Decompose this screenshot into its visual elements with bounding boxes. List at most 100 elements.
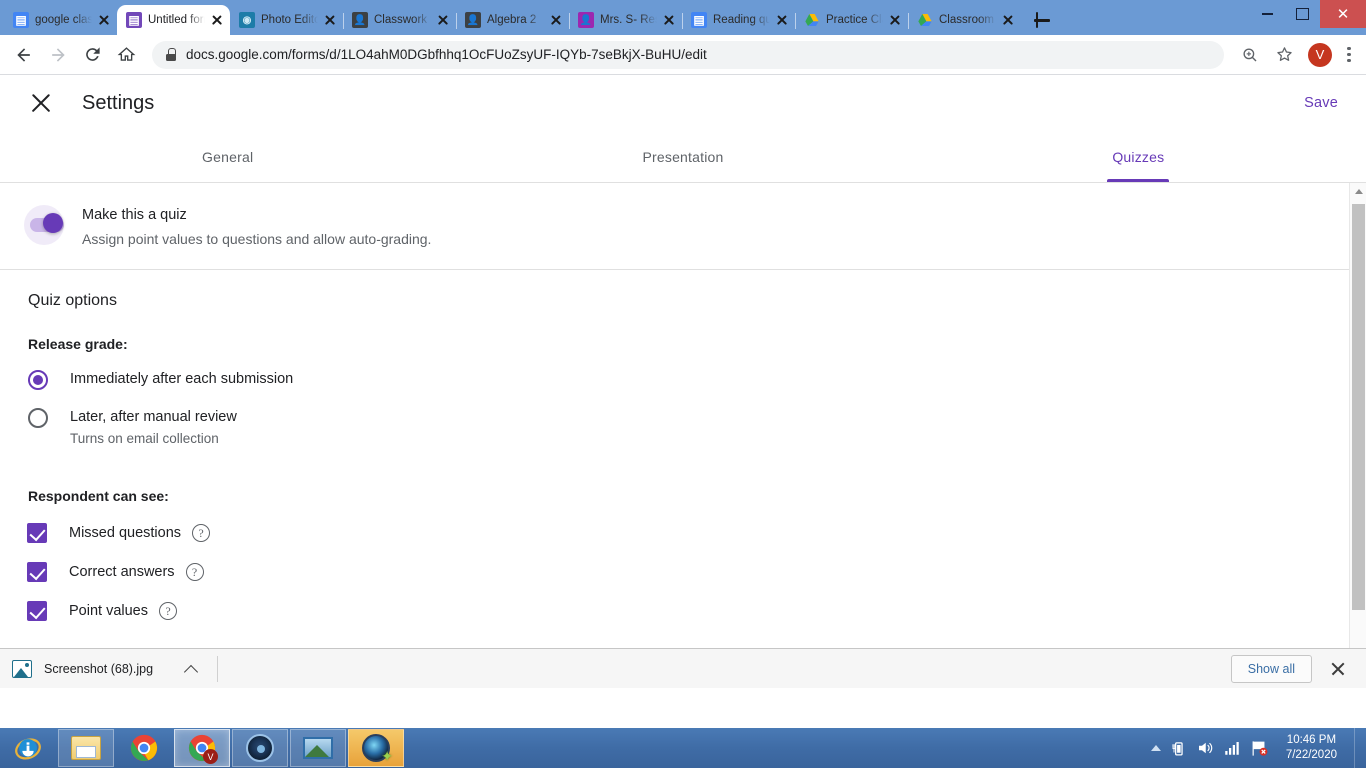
network-signal-icon[interactable] [1223, 739, 1241, 757]
release-grade-heading: Release grade: [28, 336, 128, 352]
close-icon[interactable] [26, 88, 56, 118]
browser-tab[interactable]: google class [4, 5, 117, 35]
make-this-a-quiz-row: Make this a quiz Assign point values to … [0, 183, 1366, 249]
download-bar: Screenshot (68).jpg Show all [0, 648, 1366, 688]
browser-window: google class Untitled form Photo Editor … [0, 0, 1366, 728]
radio-later-sublabel: Turns on email collection [70, 431, 219, 446]
tab-presentation[interactable]: Presentation [455, 131, 910, 182]
radio-immediately[interactable] [28, 370, 48, 390]
home-button[interactable] [110, 39, 142, 71]
help-icon[interactable]: ? [185, 563, 204, 581]
checkbox-point-values[interactable] [27, 601, 47, 621]
photo-editor-icon [362, 734, 393, 765]
tab-close-icon[interactable] [663, 14, 675, 26]
minimize-button[interactable] [1250, 0, 1285, 28]
reload-button[interactable] [76, 39, 108, 71]
folder-icon [71, 736, 101, 760]
browser-tab-active[interactable]: Untitled form [117, 5, 230, 35]
tab-close-icon[interactable] [324, 14, 336, 26]
release-grade-option-later[interactable]: Later, after manual review Turns on emai… [0, 390, 1366, 448]
checkbox-row-point-values[interactable]: Point values ? [0, 582, 1366, 621]
tab-close-icon[interactable] [211, 14, 223, 26]
taskbar-file-explorer[interactable] [58, 729, 114, 767]
close-window-button[interactable]: ✕ [1320, 0, 1366, 28]
profile-badge: V [203, 749, 218, 764]
browser-menu-icon[interactable] [1340, 44, 1358, 66]
browser-tab[interactable]: Mrs. S- Reso [569, 5, 683, 35]
browser-tab[interactable]: Reading que [682, 5, 796, 35]
browser-tab[interactable]: Photo Editor [230, 5, 344, 35]
bookmark-star-icon[interactable] [1268, 39, 1300, 71]
browser-tab[interactable]: Practice Clas [795, 5, 909, 35]
radio-immediately-label: Immediately after each submission [70, 371, 294, 387]
tab-title: Mrs. S- Reso [600, 14, 657, 26]
tab-title: Practice Clas [826, 14, 883, 26]
help-icon[interactable]: ? [192, 524, 211, 542]
tab-general[interactable]: General [0, 131, 455, 182]
tab-title: Reading que [713, 14, 770, 26]
tab-strip: google class Untitled form Photo Editor … [0, 0, 1366, 35]
address-bar[interactable]: docs.google.com/forms/d/1LO4ahM0DGbfhhq1… [152, 40, 1224, 69]
vertical-scrollbar[interactable] [1349, 183, 1366, 688]
google-drive-icon [917, 12, 933, 28]
make-this-a-quiz-toggle[interactable] [18, 203, 74, 247]
taskbar-clock[interactable]: 10:46 PM 7/22/2020 [1278, 733, 1345, 763]
tab-close-icon[interactable] [437, 14, 449, 26]
chrome-icon: V [188, 734, 218, 764]
taskbar-media-player[interactable] [232, 729, 288, 767]
checkbox-correct-answers-label: Correct answers [69, 564, 175, 580]
contact-purple-icon [578, 12, 594, 28]
tab-close-icon[interactable] [776, 14, 788, 26]
contact-icon [352, 12, 368, 28]
tab-title: Classroom - [939, 14, 996, 26]
show-hidden-icons-icon[interactable] [1150, 745, 1161, 751]
chevron-up-icon[interactable] [181, 659, 201, 679]
browser-tab[interactable]: Classroom - [908, 5, 1021, 35]
tab-title: Untitled form [148, 14, 205, 26]
maximize-button[interactable] [1285, 0, 1320, 28]
avatar[interactable]: V [1308, 42, 1332, 67]
media-player-icon [246, 734, 274, 762]
toggle-knob [43, 213, 63, 233]
help-icon[interactable]: ? [159, 602, 177, 620]
taskbar-photo-viewer[interactable] [290, 729, 346, 767]
close-download-bar-icon[interactable] [1328, 659, 1348, 679]
scrollbar-thumb[interactable] [1352, 204, 1365, 610]
radio-later-label: Later, after manual review [70, 409, 237, 425]
browser-tab[interactable]: Classwork fo [343, 5, 457, 35]
respondent-can-see-heading: Respondent can see: [28, 488, 169, 504]
radio-later[interactable] [28, 408, 48, 428]
checkbox-row-missed-questions[interactable]: Missed questions ? [0, 504, 1366, 543]
tab-quizzes[interactable]: Quizzes [911, 131, 1366, 182]
scroll-up-arrow[interactable] [1350, 183, 1366, 200]
taskbar-chrome[interactable] [116, 729, 172, 767]
show-all-button[interactable]: Show all [1230, 654, 1312, 683]
settings-tabs: General Presentation Quizzes [0, 131, 1366, 183]
tab-close-icon[interactable] [889, 14, 901, 26]
show-desktop-button[interactable] [1354, 728, 1360, 768]
new-tab-button[interactable] [1029, 7, 1055, 33]
checkbox-row-correct-answers[interactable]: Correct answers ? [0, 543, 1366, 582]
tab-close-icon[interactable] [1002, 14, 1014, 26]
release-grade-option-immediately[interactable]: Immediately after each submission [0, 352, 1366, 390]
tab-close-icon[interactable] [550, 14, 562, 26]
checkbox-missed-questions[interactable] [27, 523, 47, 543]
browser-tab[interactable]: Algebra 2 [456, 5, 570, 35]
action-center-flag-icon[interactable] [1250, 739, 1269, 758]
scrollbar-track[interactable] [1350, 200, 1366, 671]
battery-icon[interactable] [1170, 740, 1187, 757]
google-drive-icon [804, 12, 820, 28]
download-item[interactable]: Screenshot (68).jpg [12, 659, 153, 678]
taskbar-internet-explorer[interactable] [0, 729, 56, 767]
zoom-icon[interactable] [1234, 39, 1266, 71]
taskbar-chrome-active[interactable]: V [174, 729, 230, 767]
tab-close-icon[interactable] [98, 14, 110, 26]
google-forms-icon [126, 12, 142, 28]
volume-icon[interactable] [1196, 739, 1214, 757]
forward-button[interactable] [42, 39, 74, 71]
save-button[interactable]: Save [1298, 87, 1344, 119]
image-file-icon [12, 659, 32, 678]
checkbox-correct-answers[interactable] [27, 562, 47, 582]
back-button[interactable] [8, 39, 40, 71]
taskbar-photo-editor[interactable] [348, 729, 404, 767]
